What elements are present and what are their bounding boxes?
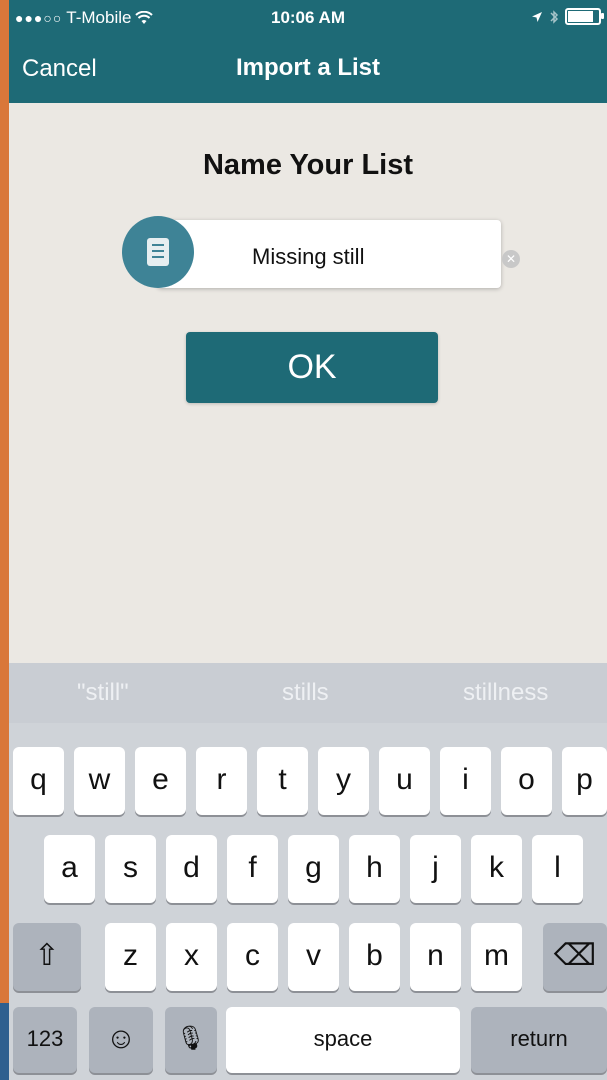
suggestion-bar: "still" stills stillness bbox=[9, 663, 607, 723]
form-title: Name Your List bbox=[202, 149, 414, 181]
battery-fill bbox=[568, 11, 594, 22]
key-k[interactable]: k bbox=[471, 835, 522, 903]
key-w[interactable]: w bbox=[74, 747, 125, 815]
left-edge-strip-bottom bbox=[0, 1003, 9, 1080]
key-j[interactable]: j bbox=[410, 835, 461, 903]
key-r[interactable]: r bbox=[196, 747, 247, 815]
key-d[interactable]: d bbox=[166, 835, 217, 903]
delete-key[interactable]: ⌫ bbox=[543, 923, 607, 991]
shift-key[interactable]: ⇧ bbox=[13, 923, 81, 991]
key-f[interactable]: f bbox=[227, 835, 278, 903]
list-name-box: ✕ bbox=[157, 220, 520, 288]
suggestion-2[interactable]: stills bbox=[282, 679, 329, 707]
status-right bbox=[531, 8, 604, 25]
key-c[interactable]: c bbox=[227, 923, 278, 991]
screen: ●●●○○ T-Mobile 10:06 AM Cancel Import a … bbox=[0, 0, 607, 1080]
list-name-input[interactable] bbox=[252, 244, 492, 270]
dictation-key[interactable]: 🎙 bbox=[165, 1007, 217, 1073]
key-p[interactable]: p bbox=[562, 747, 607, 815]
key-y[interactable]: y bbox=[318, 747, 369, 815]
bluetooth-icon bbox=[550, 9, 559, 24]
key-h[interactable]: h bbox=[349, 835, 400, 903]
key-x[interactable]: x bbox=[166, 923, 217, 991]
numbers-key[interactable]: 123 bbox=[13, 1007, 77, 1073]
list-name-field: ✕ bbox=[122, 216, 520, 288]
return-key[interactable]: return bbox=[471, 1007, 607, 1073]
location-arrow-icon bbox=[532, 11, 542, 22]
suggestion-3[interactable]: stillness bbox=[463, 679, 548, 707]
key-o[interactable]: o bbox=[501, 747, 552, 815]
main-content: Name Your List ✕ OK bbox=[9, 103, 607, 663]
key-u[interactable]: u bbox=[379, 747, 430, 815]
key-l[interactable]: l bbox=[532, 835, 583, 903]
key-z[interactable]: z bbox=[105, 923, 156, 991]
ok-button[interactable]: OK bbox=[186, 332, 438, 403]
space-key[interactable]: space bbox=[226, 1007, 460, 1073]
key-n[interactable]: n bbox=[410, 923, 461, 991]
list-icon-badge bbox=[122, 216, 194, 288]
keyboard: "still" stills stillness q w e r t y u i… bbox=[9, 663, 607, 1080]
key-i[interactable]: i bbox=[440, 747, 491, 815]
suggestion-1[interactable]: "still" bbox=[77, 679, 129, 707]
battery-icon bbox=[565, 8, 604, 25]
key-g[interactable]: g bbox=[288, 835, 339, 903]
key-s[interactable]: s bbox=[105, 835, 156, 903]
left-edge-strip bbox=[0, 0, 9, 1080]
key-a[interactable]: a bbox=[44, 835, 95, 903]
key-m[interactable]: m bbox=[471, 923, 522, 991]
emoji-icon: ☺ bbox=[105, 1022, 137, 1055]
key-q[interactable]: q bbox=[13, 747, 64, 815]
microphone-icon: 🎙 bbox=[175, 1025, 207, 1052]
header: ●●●○○ T-Mobile 10:06 AM Cancel Import a … bbox=[9, 0, 607, 103]
status-bar: ●●●○○ T-Mobile 10:06 AM bbox=[9, 0, 607, 36]
key-v[interactable]: v bbox=[288, 923, 339, 991]
key-b[interactable]: b bbox=[349, 923, 400, 991]
emoji-key[interactable]: ☺ bbox=[89, 1007, 153, 1073]
clear-icon[interactable]: ✕ bbox=[502, 250, 520, 268]
page-title: Import a List bbox=[235, 54, 380, 81]
key-t[interactable]: t bbox=[257, 747, 308, 815]
list-icon bbox=[147, 238, 169, 266]
key-e[interactable]: e bbox=[135, 747, 186, 815]
status-time: 10:06 AM bbox=[270, 8, 345, 27]
